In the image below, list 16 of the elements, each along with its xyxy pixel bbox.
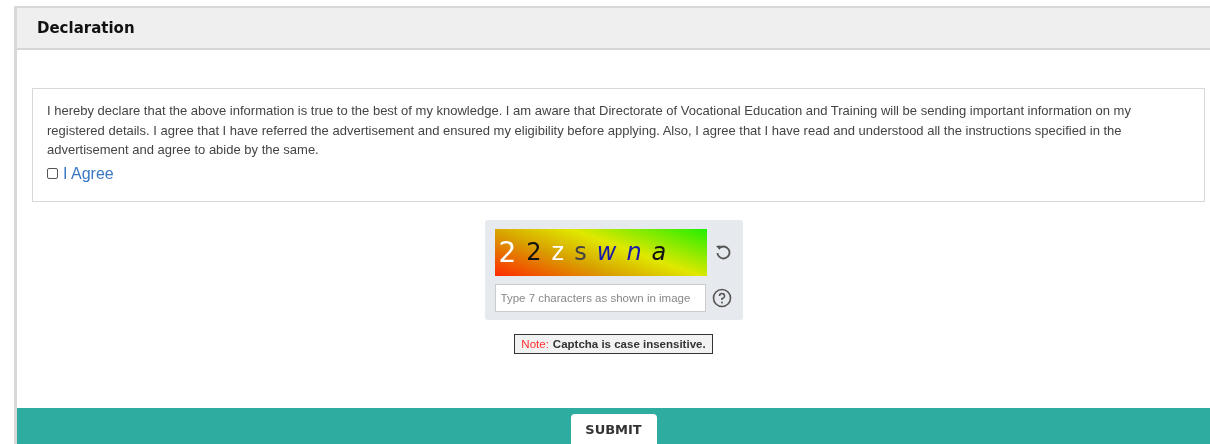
captcha-character: w: [596, 238, 617, 266]
captcha-character: a: [651, 238, 667, 266]
captcha-character: n: [626, 238, 642, 266]
captcha-character: 2: [526, 238, 542, 266]
captcha-character: s: [574, 238, 587, 266]
agree-checkbox[interactable]: [47, 168, 58, 179]
declaration-text: I hereby declare that the above information is true to the best of my knowledge. I am aware that Directorate of Vocational Education and Training will be sending important information on my registered details. I agree that I have referred the advertisement and ensured my eligibility before applying. Also, I agree that I have read and understood all the instructions specified in the advertisement and agree to abide by the same.: [47, 102, 1132, 159]
agree-label[interactable]: I Agree: [63, 164, 114, 183]
submit-button[interactable]: SUBMIT: [570, 414, 657, 444]
help-icon[interactable]: [711, 287, 732, 308]
note-label: Note:: [521, 337, 549, 350]
captcha-character: z: [551, 238, 565, 266]
section-title: Declaration: [37, 19, 135, 37]
captcha-character: 2: [498, 235, 517, 269]
captcha-input[interactable]: Type 7 characters as shown in image: [494, 283, 706, 312]
note-text: Captcha is case insensitive.: [552, 337, 706, 350]
